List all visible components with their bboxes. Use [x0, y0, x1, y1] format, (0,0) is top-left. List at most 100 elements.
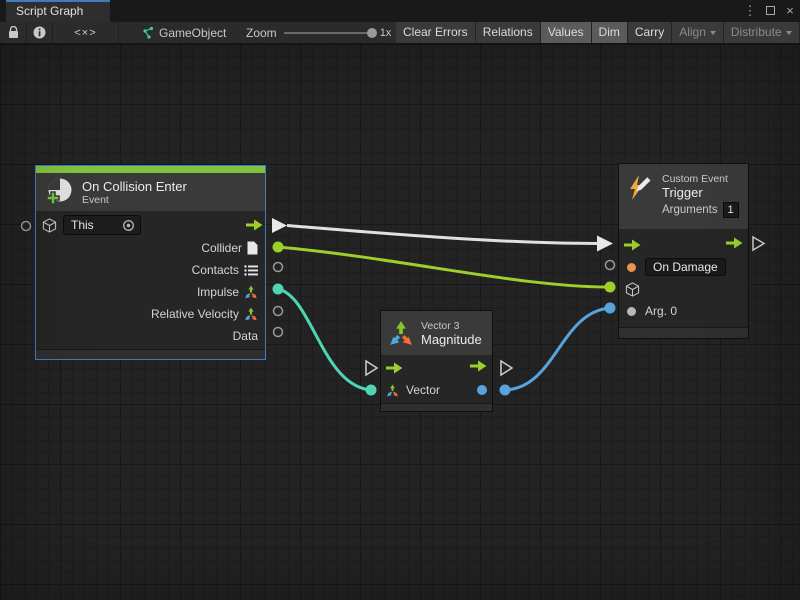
port-marker-flow-out[interactable] [272, 218, 287, 233]
port-contacts[interactable]: Contacts [36, 259, 265, 281]
port-marker-flow-in-trigger[interactable] [597, 236, 613, 252]
port-arg0[interactable]: Arg. 0 [619, 300, 748, 322]
distribute-button[interactable]: Distribute [724, 22, 800, 43]
arguments-label: Arguments [662, 204, 718, 216]
port-vector[interactable]: Vector [381, 379, 492, 401]
flow-arrow-icon [470, 360, 487, 372]
flow-arrow-icon [386, 362, 403, 374]
vector3-icon [386, 384, 399, 397]
port-marker-vector-in[interactable] [366, 385, 377, 396]
node-magnitude[interactable]: Vector 3 Magnitude [380, 310, 493, 412]
collider-icon [247, 241, 258, 255]
list-icon [244, 265, 258, 276]
vector3-icon [244, 285, 258, 299]
code-toggle-icon: <×> [74, 27, 96, 39]
node-accent-bar [36, 166, 265, 173]
port-event-name[interactable]: On Damage [619, 256, 748, 278]
tab-label: Script Graph [16, 4, 83, 18]
wire-magnitude-blue[interactable] [505, 308, 610, 390]
dim-button[interactable]: Dim [592, 22, 628, 43]
port-marker-contacts[interactable] [274, 263, 283, 272]
zoom-label: Zoom [246, 26, 277, 40]
port-impulse[interactable]: Impulse [36, 281, 265, 303]
flow-row[interactable] [381, 357, 492, 379]
port-marker-trigger-target[interactable] [605, 282, 616, 293]
info-icon [33, 26, 46, 39]
port-marker-data[interactable] [274, 328, 283, 337]
tab-script-graph[interactable]: Script Graph [6, 0, 110, 22]
wire-flow-white[interactable] [287, 226, 597, 244]
dropdown-arrow-icon [786, 31, 792, 35]
unity-script-graph-window: Script Graph ⋮ × <×> [0, 0, 800, 600]
vector3-icon [244, 307, 258, 321]
target-field[interactable]: This [63, 215, 141, 235]
menu-icon[interactable]: ⋮ [740, 0, 760, 22]
port-marker-arg0[interactable] [605, 303, 616, 314]
zoom-value: 1x [380, 27, 392, 39]
flow-row[interactable] [619, 234, 748, 256]
clear-errors-button[interactable]: Clear Errors [396, 22, 476, 43]
port-marker-float-out[interactable] [500, 385, 511, 396]
port-target[interactable] [619, 278, 748, 300]
node-footer [36, 349, 265, 359]
close-icon[interactable]: × [780, 0, 800, 22]
port-marker-flow-out-trigger[interactable] [753, 237, 764, 250]
graph-toolbar: <×> GameObject Zoom 1x Clear Errors Rela… [0, 22, 800, 44]
node-title: Magnitude [421, 332, 482, 347]
port-relative-velocity[interactable]: Relative Velocity [36, 303, 265, 325]
relations-button[interactable]: Relations [476, 22, 541, 43]
string-port[interactable] [627, 263, 636, 272]
zoom-control: Zoom 1x [246, 22, 391, 43]
port-marker-flow-in-magnitude[interactable] [366, 361, 377, 375]
title-bar: Script Graph ⋮ × [0, 0, 800, 22]
lock-button[interactable] [0, 22, 27, 43]
float-output-port[interactable] [477, 385, 487, 395]
code-preview-button[interactable]: <×> [53, 22, 119, 43]
port-collider[interactable]: Collider [36, 237, 265, 259]
align-button[interactable]: Align [672, 22, 724, 43]
port-marker-collider[interactable] [273, 242, 284, 253]
node-type: Vector 3 [421, 320, 482, 332]
carry-button[interactable]: Carry [628, 22, 672, 43]
graph-canvas[interactable]: On Collision Enter Event This [0, 44, 800, 600]
window-controls: ⋮ × [740, 0, 800, 22]
lock-icon [8, 26, 19, 39]
event-name-field[interactable]: On Damage [645, 258, 726, 276]
port-marker-impulse[interactable] [273, 284, 284, 295]
port-marker-target-in[interactable] [22, 222, 31, 231]
node-header[interactable]: On Collision Enter Event [36, 173, 265, 211]
node-on-collision-enter[interactable]: On Collision Enter Event This [35, 165, 266, 360]
target-picker-icon[interactable] [122, 219, 135, 232]
cube-icon [625, 282, 640, 297]
arguments-count-field[interactable]: 1 [723, 202, 739, 218]
maximize-icon[interactable] [760, 0, 780, 22]
dropdown-arrow-icon [710, 31, 716, 35]
node-category: Custom Event [662, 173, 739, 185]
flow-arrow-icon [246, 219, 263, 231]
node-footer [381, 403, 492, 411]
flow-arrow-icon [624, 239, 641, 251]
zoom-slider[interactable] [284, 32, 372, 34]
vector3-icon [388, 320, 414, 346]
port-data[interactable]: Data [36, 325, 265, 347]
zoom-slider-knob[interactable] [367, 28, 377, 38]
port-marker-relative-velocity[interactable] [274, 307, 283, 316]
flow-out-port[interactable] [246, 219, 263, 231]
inspect-button[interactable] [27, 22, 53, 43]
port-marker-event-name[interactable] [606, 261, 615, 270]
wire-impulse-teal[interactable] [278, 289, 371, 390]
wire-collider-green[interactable] [278, 247, 608, 287]
node-header[interactable]: Custom Event Trigger Arguments 1 [619, 164, 748, 229]
values-button[interactable]: Values [541, 22, 592, 43]
node-header[interactable]: Vector 3 Magnitude [381, 311, 492, 355]
cube-icon [42, 218, 57, 233]
object-port[interactable] [627, 307, 636, 316]
gameobject-breadcrumb[interactable]: GameObject [141, 22, 226, 43]
node-title: Trigger [662, 185, 739, 200]
node-title: On Collision Enter [82, 179, 187, 194]
port-marker-flow-out-magnitude[interactable] [501, 361, 512, 375]
node-trigger-custom-event[interactable]: Custom Event Trigger Arguments 1 [618, 163, 749, 339]
toolbar-buttons: Clear Errors Relations Values Dim Carry … [396, 22, 800, 43]
custom-event-icon [625, 173, 655, 203]
graph-icon [141, 26, 154, 39]
